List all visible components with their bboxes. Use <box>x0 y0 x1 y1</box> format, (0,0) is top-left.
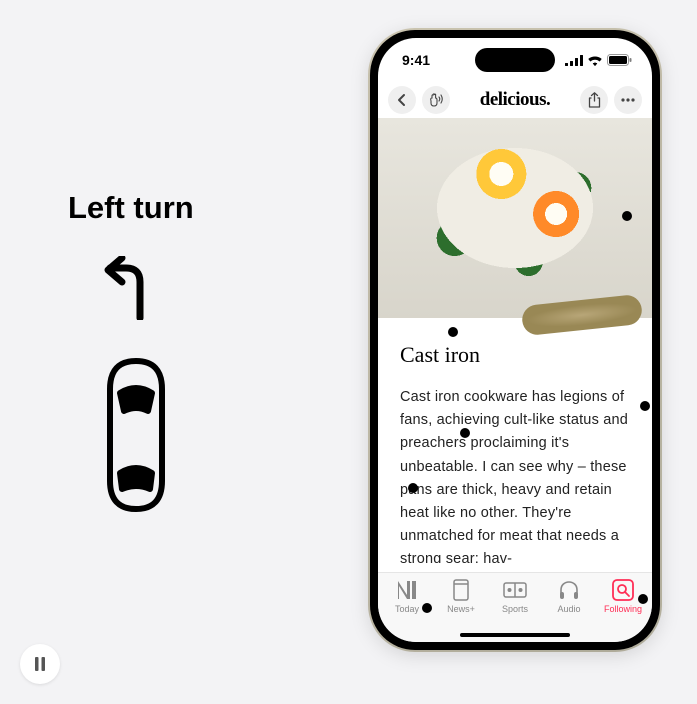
left-info-panel: Left turn <box>68 190 268 520</box>
touch-dot <box>422 603 432 613</box>
iphone-screen: 9:41 <box>378 38 652 642</box>
left-turn-label: Left turn <box>68 190 268 226</box>
share-icon <box>588 92 601 108</box>
more-button[interactable] <box>614 86 642 114</box>
left-turn-arrow-icon <box>100 256 268 325</box>
car-top-icon <box>96 355 268 520</box>
speak-hand-icon <box>428 93 444 107</box>
touch-dot <box>448 327 458 337</box>
touch-dot <box>638 594 648 604</box>
article-hero-image <box>378 118 652 318</box>
sports-scoreboard-icon <box>503 578 527 602</box>
tab-label: Sports <box>502 604 528 614</box>
wifi-icon <box>587 55 603 66</box>
publication-title: delicious. <box>456 89 574 111</box>
home-indicator[interactable] <box>460 633 570 637</box>
article-content[interactable]: Cast iron Cast iron cookware has legions… <box>378 318 652 563</box>
dynamic-island <box>475 48 555 72</box>
tab-sports[interactable]: Sports <box>488 578 542 627</box>
tab-bar: Today News+ Sports Audio <box>378 572 652 642</box>
pause-icon <box>34 657 46 671</box>
back-button[interactable] <box>388 86 416 114</box>
today-news-icon <box>395 578 419 602</box>
touch-dot <box>408 483 418 493</box>
tab-audio[interactable]: Audio <box>542 578 596 627</box>
headphones-icon <box>557 578 581 602</box>
touch-dot <box>640 401 650 411</box>
newsplus-icon <box>449 578 473 602</box>
tab-label: Today <box>395 604 419 614</box>
chevron-left-icon <box>397 93 407 107</box>
pause-button[interactable] <box>20 644 60 684</box>
following-search-icon <box>611 578 635 602</box>
cellular-icon <box>565 55 583 66</box>
article-title: Cast iron <box>400 342 630 368</box>
tab-label: News+ <box>447 604 475 614</box>
touch-dot <box>460 428 470 438</box>
touch-dot <box>622 211 632 221</box>
ellipsis-icon <box>621 98 635 102</box>
article-body: Cast iron cookware has legions of fans, … <box>400 386 630 563</box>
tab-newsplus[interactable]: News+ <box>434 578 488 627</box>
status-time: 9:41 <box>402 52 430 68</box>
iphone-frame: 9:41 <box>370 30 660 650</box>
tab-label: Following <box>604 604 642 614</box>
tab-label: Audio <box>557 604 580 614</box>
article-top-nav: delicious. <box>378 82 652 118</box>
battery-icon <box>607 54 632 66</box>
share-button[interactable] <box>580 86 608 114</box>
speak-selection-button[interactable] <box>422 86 450 114</box>
